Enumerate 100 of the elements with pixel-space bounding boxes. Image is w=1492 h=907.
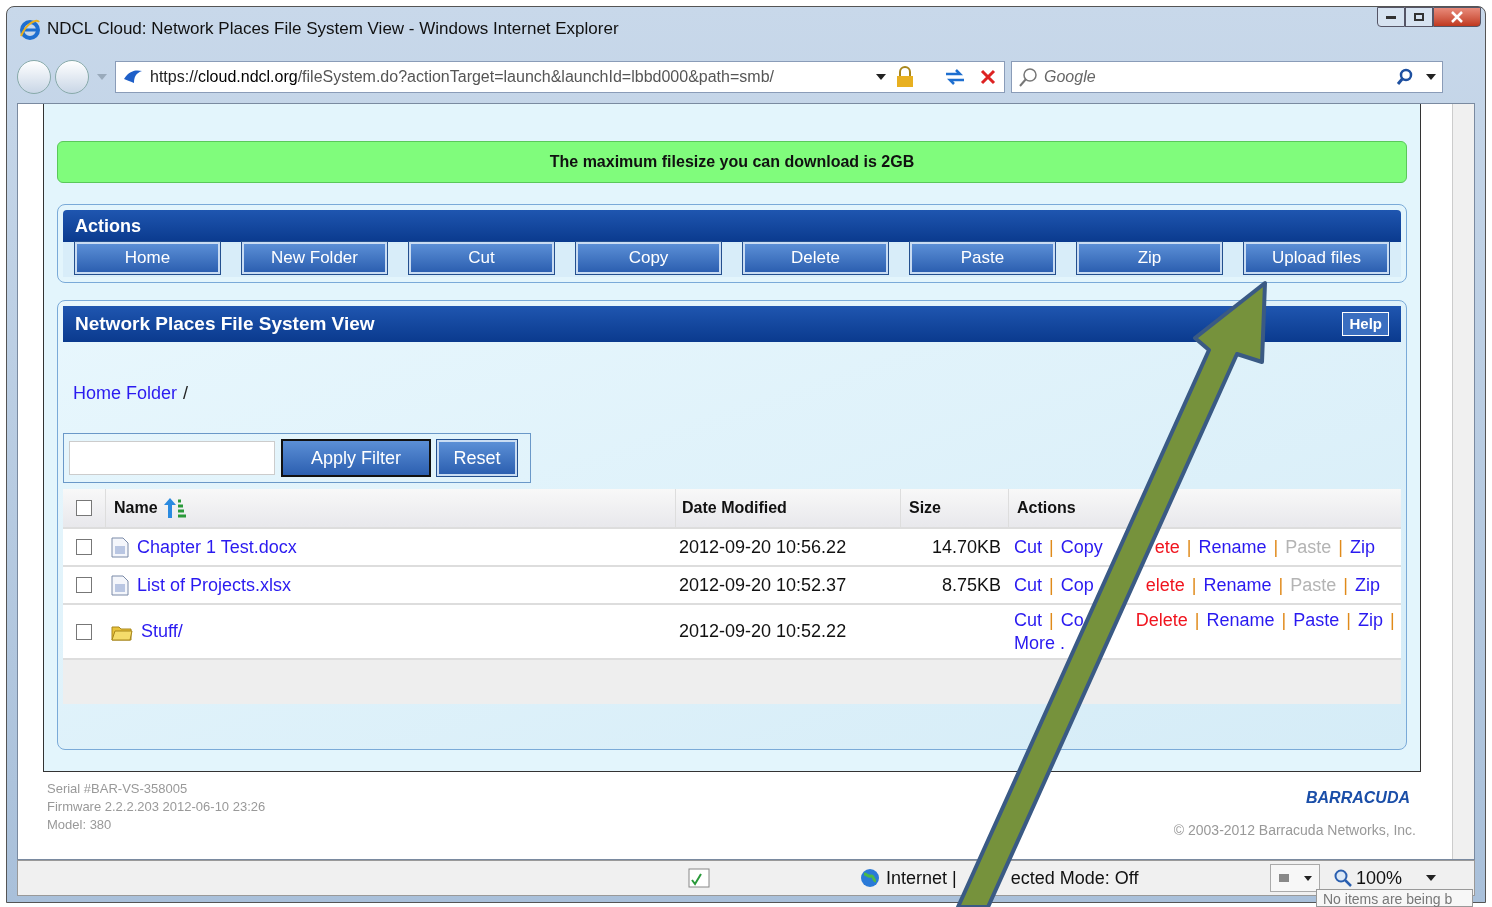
- search-input[interactable]: Google: [1044, 65, 1396, 89]
- row-action-link[interactable]: Rename: [1198, 535, 1267, 559]
- zoom-icon[interactable]: [1334, 869, 1352, 887]
- search-icon: [1018, 67, 1038, 87]
- zoom-level[interactable]: 100%: [1356, 864, 1403, 892]
- tooltip: No items are being b: [1316, 889, 1474, 907]
- separator: |: [1281, 608, 1287, 632]
- file-size: 8.75KB: [941, 574, 1001, 595]
- dropdown-icon[interactable]: [876, 74, 886, 80]
- lock-icon: [1278, 874, 1289, 882]
- action-button[interactable]: Paste: [910, 242, 1055, 274]
- column-header: Actions: [1017, 498, 1076, 518]
- copyright-text: © 2003-2012 Barracuda Networks, Inc.: [1173, 821, 1416, 840]
- action-button[interactable]: Upload files: [1244, 242, 1389, 274]
- globe-icon: [860, 868, 880, 888]
- row-action-link[interactable]: Cut: [1014, 535, 1042, 559]
- separator: |: [1343, 573, 1348, 597]
- document-icon: [111, 574, 129, 596]
- notice-banner: The maximum filesize you can download is 2GB: [57, 141, 1407, 183]
- action-button[interactable]: Copy: [576, 242, 721, 274]
- action-button[interactable]: Home: [75, 242, 220, 274]
- dropdown-icon[interactable]: [1426, 875, 1437, 881]
- separator: |: [1191, 573, 1197, 597]
- minimize-button[interactable]: [1377, 7, 1405, 27]
- footer-text: Serial #BAR-VS-358005: [47, 780, 189, 798]
- caret-icon: [1303, 875, 1312, 881]
- row-action-link[interactable]: Rename: [1203, 573, 1272, 597]
- back-button[interactable]: [17, 60, 51, 94]
- separator: |: [1338, 535, 1343, 559]
- separator: |: [1278, 573, 1284, 597]
- column-header[interactable]: Size: [909, 496, 941, 520]
- row-action-link[interactable]: Copy: [1060, 535, 1103, 559]
- row-action-link[interactable]: Zip: [1354, 573, 1380, 597]
- panel-title: Network Places File System View: [75, 311, 375, 336]
- footer-text: Model: 380: [47, 816, 113, 834]
- row-action-link[interactable]: Zip: [1349, 535, 1375, 559]
- notification-icon[interactable]: [688, 868, 710, 888]
- checkbox[interactable]: [76, 500, 92, 516]
- dropdown-icon[interactable]: [1426, 74, 1436, 80]
- file-name-link[interactable]: Chapter 1 Test.docx: [137, 533, 297, 561]
- row-action-link[interactable]: ete: [1154, 535, 1180, 559]
- footer-text: Firmware 2.2.2.203 2012-06-10 23:26: [47, 798, 266, 816]
- action-button[interactable]: New Folder: [242, 242, 387, 274]
- separator: |: [1049, 608, 1054, 632]
- separator: |: [1186, 535, 1192, 559]
- panel-title: Actions: [75, 214, 141, 238]
- url-text: https://cloud.ndcl.org/fileSystem.do?actionTarget=launch&launchId=lbbd000&path=smb/: [150, 67, 775, 87]
- security-button[interactable]: [1270, 864, 1320, 892]
- action-button[interactable]: Cut: [409, 242, 554, 274]
- separator: |: [1194, 608, 1200, 632]
- forward-button[interactable]: [55, 60, 89, 94]
- scrollbar[interactable]: [1452, 104, 1474, 859]
- file-name-link[interactable]: List of Projects.xlsx: [137, 571, 292, 599]
- apply-filter-button[interactable]: Apply Filter: [281, 439, 431, 477]
- row-action-link[interactable]: Cut: [1014, 608, 1042, 632]
- security-zone: Internet |: [886, 866, 957, 890]
- row-action-link[interactable]: Cut: [1014, 573, 1042, 597]
- stop-icon[interactable]: [980, 69, 996, 85]
- row-action-link[interactable]: Delete: [1135, 608, 1188, 632]
- help-button[interactable]: Help: [1342, 311, 1389, 337]
- checkbox[interactable]: [76, 577, 92, 593]
- document-icon: [111, 536, 129, 558]
- company-logo: BARRACUDA: [1306, 788, 1410, 808]
- file-size: 14.70KB: [931, 536, 1001, 557]
- checkbox[interactable]: [76, 623, 92, 640]
- date-modified: 2012-09-20 10:52.37: [679, 574, 847, 595]
- site-icon: [122, 69, 144, 85]
- maximize-button[interactable]: [1405, 7, 1433, 27]
- action-button[interactable]: Delete: [743, 242, 888, 274]
- date-modified: 2012-09-20 10:52.22: [679, 621, 847, 641]
- close-button[interactable]: [1433, 7, 1481, 27]
- row-action-link[interactable]: Paste: [1293, 608, 1340, 632]
- row-action-link[interactable]: Cop: [1060, 573, 1094, 597]
- row-action-link[interactable]: Co: [1060, 608, 1084, 632]
- protected-mode-status: ected Mode: Off: [1010, 866, 1139, 890]
- separator: |: [1273, 535, 1279, 559]
- reset-button[interactable]: Reset: [437, 440, 517, 476]
- column-header[interactable]: Name: [114, 496, 158, 520]
- window-title: NDCL Cloud: Network Places File System View - Windows Internet Explorer: [47, 18, 619, 41]
- row-action-link[interactable]: More .: [1014, 631, 1065, 655]
- column-header[interactable]: Date Modified: [682, 496, 787, 520]
- padlock-icon[interactable]: [896, 66, 914, 88]
- action-button[interactable]: Zip: [1077, 242, 1222, 274]
- address-field[interactable]: https://cloud.ndcl.org/fileSystem.do?actionTarget=launch&launchId=lbbd000&path=smb/: [115, 61, 1005, 93]
- browser-logo-icon: [19, 18, 41, 40]
- filter-field[interactable]: [69, 441, 275, 475]
- checkbox[interactable]: [76, 539, 92, 555]
- row-action-link[interactable]: Rename: [1206, 608, 1275, 632]
- row-action-link[interactable]: elete: [1145, 573, 1185, 597]
- separator: |: [1049, 573, 1054, 597]
- breadcrumb-link[interactable]: Home Folder: [73, 380, 178, 407]
- separator: |: [1049, 535, 1054, 559]
- search-field[interactable]: Google: [1011, 61, 1443, 93]
- row-action-link[interactable]: Zip: [1357, 608, 1383, 632]
- search-icon[interactable]: [1396, 68, 1414, 86]
- separator: |: [1346, 608, 1351, 632]
- refresh-icon[interactable]: [944, 68, 966, 86]
- file-name-link[interactable]: Stuff/: [141, 618, 183, 645]
- sort-ascending-icon[interactable]: [163, 497, 186, 519]
- close-icon: [1451, 11, 1463, 23]
